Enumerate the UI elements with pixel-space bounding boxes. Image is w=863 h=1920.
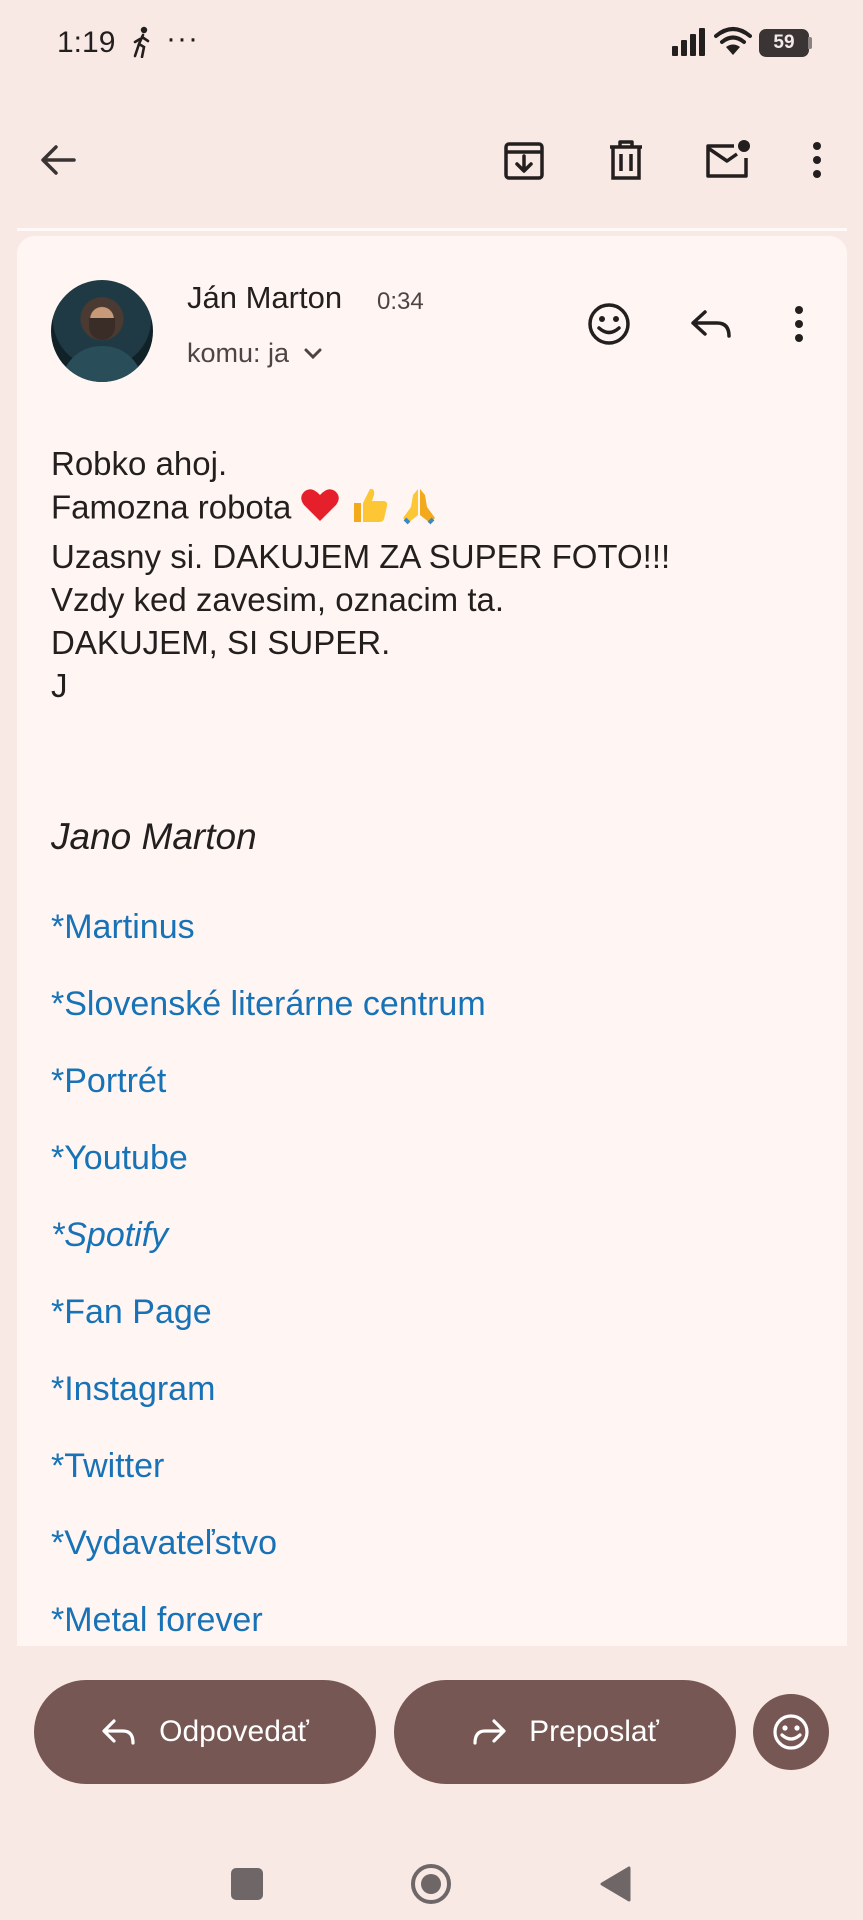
recipient-details-toggle[interactable]: komu: ja <box>187 338 323 369</box>
reply-icon <box>102 1719 135 1745</box>
body-line: Famozna robota <box>51 485 670 535</box>
link-slovenske-literarne-centrum[interactable]: *Slovenské literárne centrum <box>51 985 486 1024</box>
wifi-icon <box>714 26 752 61</box>
emoji-icon <box>588 303 630 345</box>
back-button[interactable] <box>30 132 86 188</box>
link-fan-page[interactable]: *Fan Page <box>51 1293 212 1332</box>
email-card: Ján Marton 0:34 komu: ja Robko ahoj. Fam… <box>17 236 847 1646</box>
body-line: J <box>51 667 68 704</box>
body-line-text: Famozna robota <box>51 488 292 526</box>
recipient-label: komu: ja <box>187 338 290 368</box>
body-line: Robko ahoj. <box>51 445 228 482</box>
react-emoji-button[interactable] <box>753 1694 829 1770</box>
more-vert-icon <box>795 306 803 342</box>
message-more-options-button[interactable] <box>771 296 827 352</box>
trash-icon <box>610 140 642 180</box>
chevron-down-icon <box>304 348 322 359</box>
link-portret[interactable]: *Portrét <box>51 1062 166 1101</box>
link-twitter[interactable]: *Twitter <box>51 1447 164 1486</box>
system-navigation-bar <box>0 1830 863 1920</box>
body-line: Uzasny si. DAKUJEM ZA SUPER FOTO!!! <box>51 538 671 575</box>
reply-button[interactable] <box>683 296 739 352</box>
forward-action-label: Preposlať <box>529 1715 659 1748</box>
signal-icon <box>672 28 706 61</box>
status-time: 1:19 <box>57 26 116 59</box>
add-reaction-button[interactable] <box>581 296 637 352</box>
body-line: DAKUJEM, SI SUPER. <box>51 624 391 661</box>
reply-action-button[interactable]: Odpovedať <box>34 1680 376 1784</box>
email-body: Robko ahoj. Famozna robota Uzasny si. DA… <box>51 442 670 707</box>
thumbs-up-emoji-icon <box>350 485 390 535</box>
archive-button[interactable] <box>496 132 552 188</box>
status-bar: 1:19 ··· 59 <box>0 0 863 90</box>
heart-emoji-icon <box>300 487 340 533</box>
forward-icon <box>473 1719 506 1745</box>
reply-action-label: Odpovedať <box>159 1715 309 1748</box>
arrow-back-icon <box>41 145 76 175</box>
forward-action-button[interactable]: Preposlať <box>394 1680 736 1784</box>
delete-button[interactable] <box>598 132 654 188</box>
walking-icon <box>130 26 154 63</box>
more-options-button[interactable] <box>789 132 845 188</box>
mark-unread-button[interactable] <box>700 132 756 188</box>
back-nav-button[interactable] <box>598 1865 632 1903</box>
battery-indicator: 59 <box>759 29 809 57</box>
email-time: 0:34 <box>377 288 424 315</box>
back-triangle-icon <box>600 1866 631 1902</box>
home-button[interactable] <box>410 1863 452 1905</box>
link-instagram[interactable]: *Instagram <box>51 1370 215 1409</box>
top-toolbar <box>0 100 863 220</box>
more-vert-icon <box>813 142 821 178</box>
signature-name: Jano Marton <box>51 816 257 857</box>
body-line: Vzdy ked zavesim, oznacim ta. <box>51 581 505 618</box>
recents-button[interactable] <box>231 1868 263 1900</box>
link-vydavatelstvo[interactable]: *Vydavateľstvo <box>51 1524 277 1563</box>
more-notifications-icon: ··· <box>166 22 199 55</box>
divider <box>17 228 847 231</box>
sender-name[interactable]: Ján Marton <box>187 280 342 316</box>
archive-icon <box>504 142 544 180</box>
reply-icon <box>691 310 731 338</box>
home-icon <box>411 1864 451 1904</box>
link-youtube[interactable]: *Youtube <box>51 1139 188 1178</box>
link-martinus[interactable]: *Martinus <box>51 908 195 947</box>
avatar[interactable] <box>51 280 153 382</box>
emoji-icon <box>773 1714 809 1750</box>
folded-hands-emoji-icon <box>399 485 439 535</box>
link-metal-forever[interactable]: *Metal forever <box>51 1601 263 1640</box>
link-spotify[interactable]: *Spotify <box>51 1216 168 1255</box>
mail-unread-icon <box>706 140 750 178</box>
battery-tip <box>808 37 812 49</box>
